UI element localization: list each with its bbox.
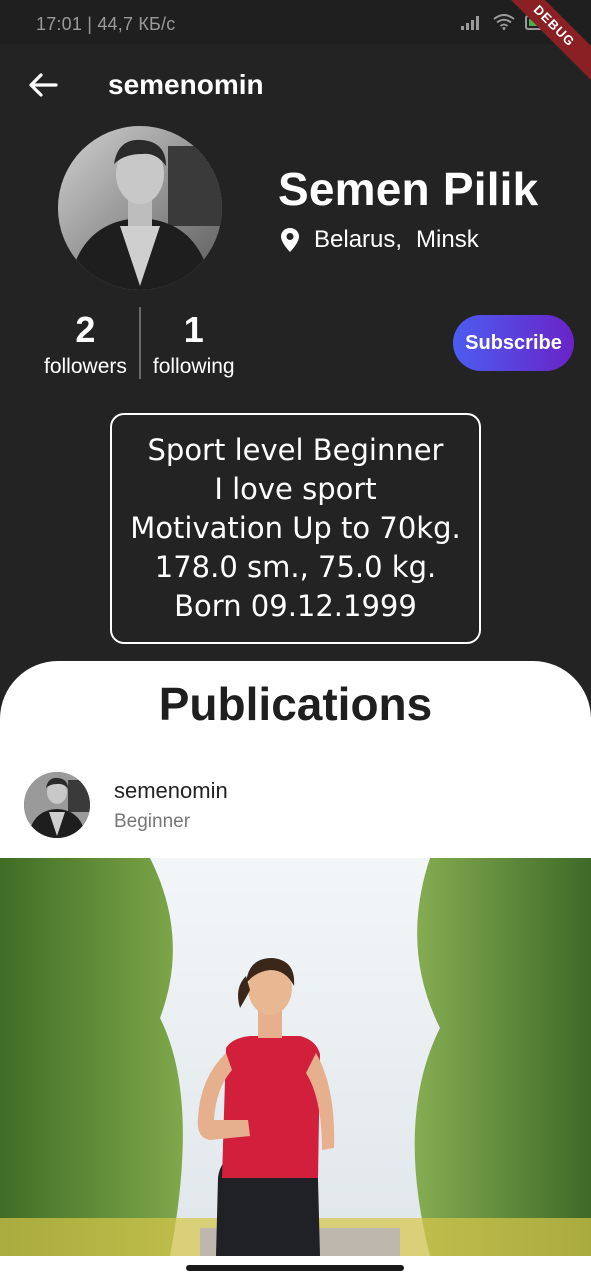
post-image[interactable] — [0, 858, 591, 1256]
profile-avatar[interactable] — [58, 126, 222, 290]
profile-stats: 2 followers 1 following — [44, 307, 235, 379]
following-count: 1 — [183, 309, 204, 350]
bio-motivation: Motivation Up to 70kg. — [130, 511, 461, 545]
home-indicator[interactable] — [186, 1265, 404, 1271]
bio-sport-level: Sport level Beginner — [147, 433, 444, 467]
location-city: Minsk — [416, 226, 479, 253]
location-country: Belarus, — [314, 226, 403, 253]
wifi-icon — [493, 14, 515, 30]
location-pin-icon — [281, 228, 299, 252]
post-author-avatar[interactable] — [24, 772, 90, 838]
status-time: 17:01 | 44,7 КБ/с — [36, 14, 176, 34]
followers-stat[interactable]: 2 followers — [44, 307, 127, 379]
status-bar: 17:01 | 44,7 КБ/с — [0, 0, 591, 44]
followers-count: 2 — [75, 309, 96, 350]
back-arrow-icon[interactable] — [26, 68, 60, 102]
app-bar: semenomin — [0, 44, 591, 128]
bio-birthdate: Born 09.12.1999 — [174, 589, 417, 623]
stats-divider — [138, 307, 141, 379]
bio-measurements: 178.0 sm., 75.0 kg. — [154, 550, 437, 584]
page-title: semenomin — [108, 69, 264, 100]
bio-interest: I love sport — [214, 472, 377, 506]
publications-title: Publications — [158, 678, 433, 730]
profile-location: Belarus, Minsk — [280, 226, 479, 254]
following-stat[interactable]: 1 following — [153, 307, 235, 379]
post-author-username[interactable]: semenomin — [114, 778, 228, 804]
signal-icon — [461, 14, 483, 30]
profile-name: Semen Pilik — [278, 163, 539, 215]
subscribe-button[interactable]: Subscribe — [453, 315, 574, 371]
bio-card: Sport level Beginner I love sport Motiva… — [110, 413, 481, 644]
following-label: following — [152, 355, 235, 378]
followers-label: followers — [44, 355, 127, 378]
post-author-level: Beginner — [114, 811, 191, 832]
system-nav-bar — [0, 1256, 591, 1280]
